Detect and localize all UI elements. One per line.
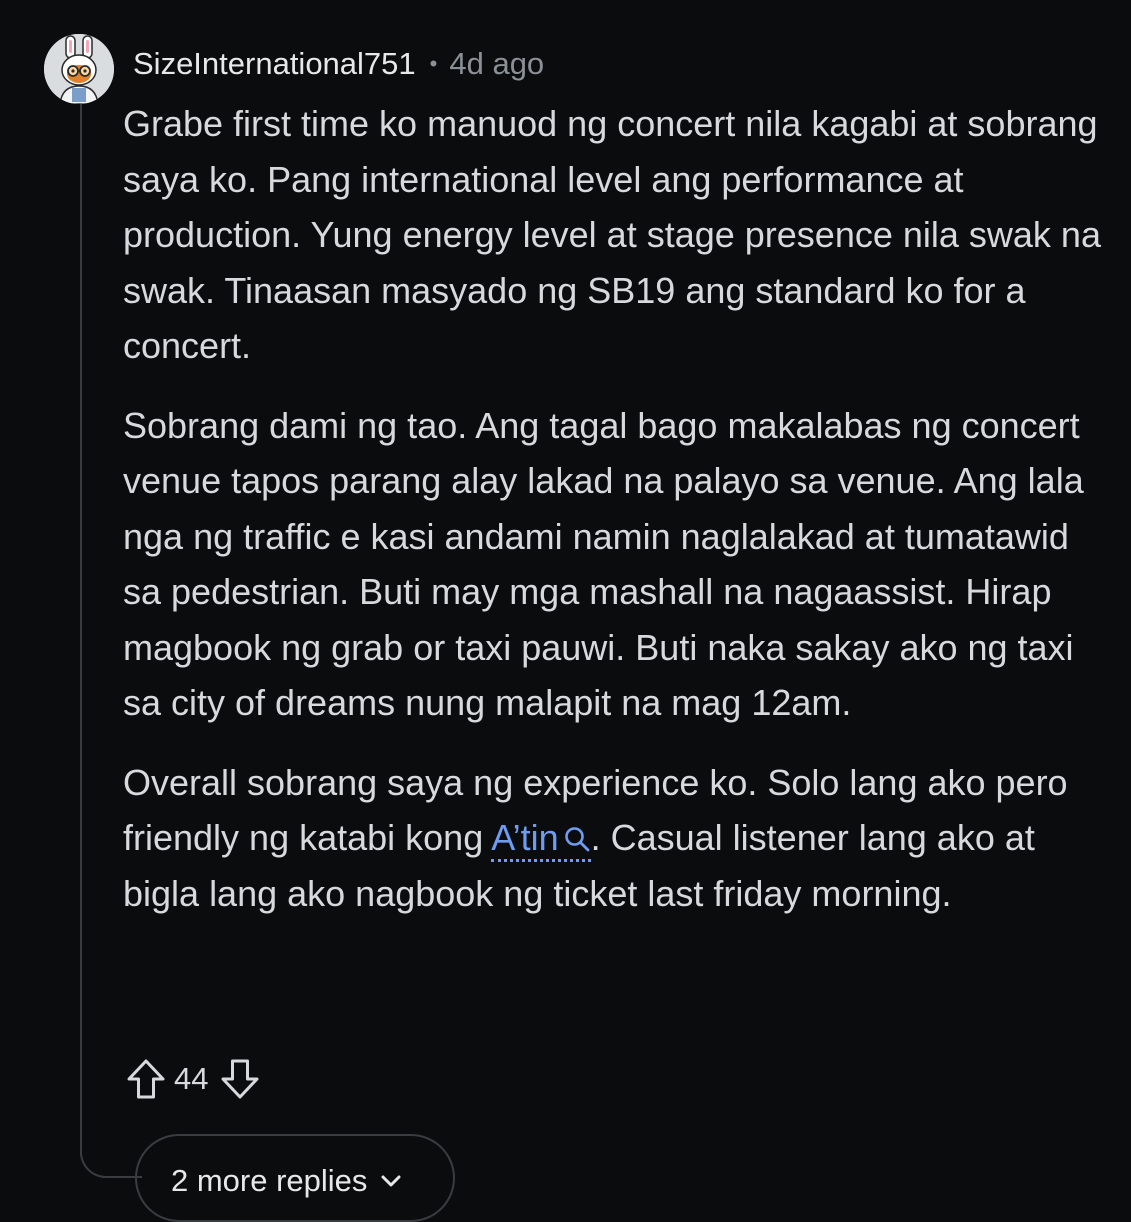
vote-score: 44: [174, 1061, 209, 1096]
search-term-link[interactable]: A’tin: [491, 817, 591, 862]
more-replies-button[interactable]: 2 more replies: [135, 1134, 455, 1222]
thread-line[interactable]: [80, 100, 82, 1155]
more-replies-label: 2 more replies: [171, 1163, 368, 1198]
search-term-label: A’tin: [491, 817, 559, 858]
comment-body: Grabe first time ko manuod ng concert ni…: [123, 96, 1113, 945]
comment-paragraph-1: Grabe first time ko manuod ng concert ni…: [123, 103, 1101, 366]
comment-timestamp: 4d ago: [449, 46, 545, 81]
comment-paragraph-2: Sobrang dami ng tao. Ang tagal bago maka…: [123, 404, 1084, 724]
downvote-button[interactable]: [214, 1052, 266, 1106]
upvote-button[interactable]: [120, 1052, 172, 1106]
chevron-down-icon: [381, 1175, 401, 1187]
downvote-arrow-icon: [221, 1059, 259, 1099]
search-icon: [564, 827, 590, 852]
comment-paragraph-3: Overall sobrang saya ng experience ko. S…: [123, 755, 1113, 922]
avatar-bunny-icon: [44, 34, 114, 104]
meta-separator: •: [429, 51, 438, 76]
upvote-arrow-icon: [127, 1059, 165, 1099]
username-link[interactable]: SizeInternational751: [133, 46, 416, 82]
vote-bar: 44: [120, 1052, 266, 1106]
comment-header: SizeInternational751 • 4d ago: [133, 42, 544, 86]
thread-line-branch: [80, 1120, 142, 1178]
user-avatar[interactable]: [44, 34, 114, 104]
